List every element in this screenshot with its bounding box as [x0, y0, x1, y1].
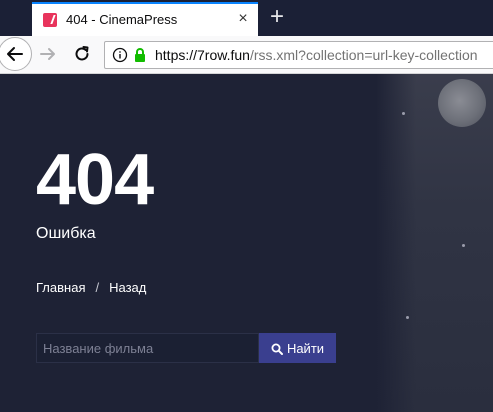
error-message: Ошибка	[36, 225, 96, 242]
error-code: 404	[36, 140, 154, 220]
url-path: /rss.xml?collection=url-key-collection	[249, 47, 478, 63]
reload-icon	[75, 46, 89, 61]
close-icon[interactable]: ×	[235, 11, 251, 27]
background-image	[376, 74, 493, 412]
reload-button[interactable]	[72, 44, 92, 64]
breadcrumb-separator: /	[95, 280, 100, 295]
search-icon	[271, 343, 283, 355]
plus-icon[interactable]: +	[266, 5, 288, 29]
url-host: https://7row.fun	[155, 47, 250, 63]
tab-bar: 404 - CinemaPress × +	[0, 0, 493, 36]
page-content: 404 Ошибка Главная / Назад Найти	[0, 74, 493, 412]
search-button-label: Найти	[286, 340, 325, 356]
breadcrumb: Главная / Назад	[36, 280, 146, 295]
lock-icon[interactable]	[133, 47, 147, 63]
info-icon[interactable]	[112, 47, 128, 63]
back-link[interactable]: Назад	[109, 280, 146, 295]
search-button[interactable]: Найти	[259, 333, 336, 363]
forward-button[interactable]	[38, 44, 58, 64]
star	[406, 316, 409, 319]
back-button[interactable]	[0, 37, 32, 71]
back-arrow-icon	[7, 47, 23, 61]
address-bar[interactable]: https://7row.fun/rss.xml?collection=url-…	[104, 41, 493, 69]
star	[402, 112, 405, 115]
url-text[interactable]: https://7row.fun/rss.xml?collection=url-…	[155, 47, 478, 63]
home-link[interactable]: Главная	[36, 280, 85, 295]
moon	[438, 79, 486, 127]
movie-search-input[interactable]	[36, 333, 259, 363]
star	[462, 244, 465, 247]
forward-arrow-icon	[40, 48, 55, 60]
tab-title: 404 - CinemaPress	[66, 12, 178, 27]
navigation-toolbar: https://7row.fun/rss.xml?collection=url-…	[0, 36, 493, 74]
browser-tab[interactable]: 404 - CinemaPress ×	[32, 2, 258, 36]
cinemapress-favicon	[43, 13, 57, 27]
